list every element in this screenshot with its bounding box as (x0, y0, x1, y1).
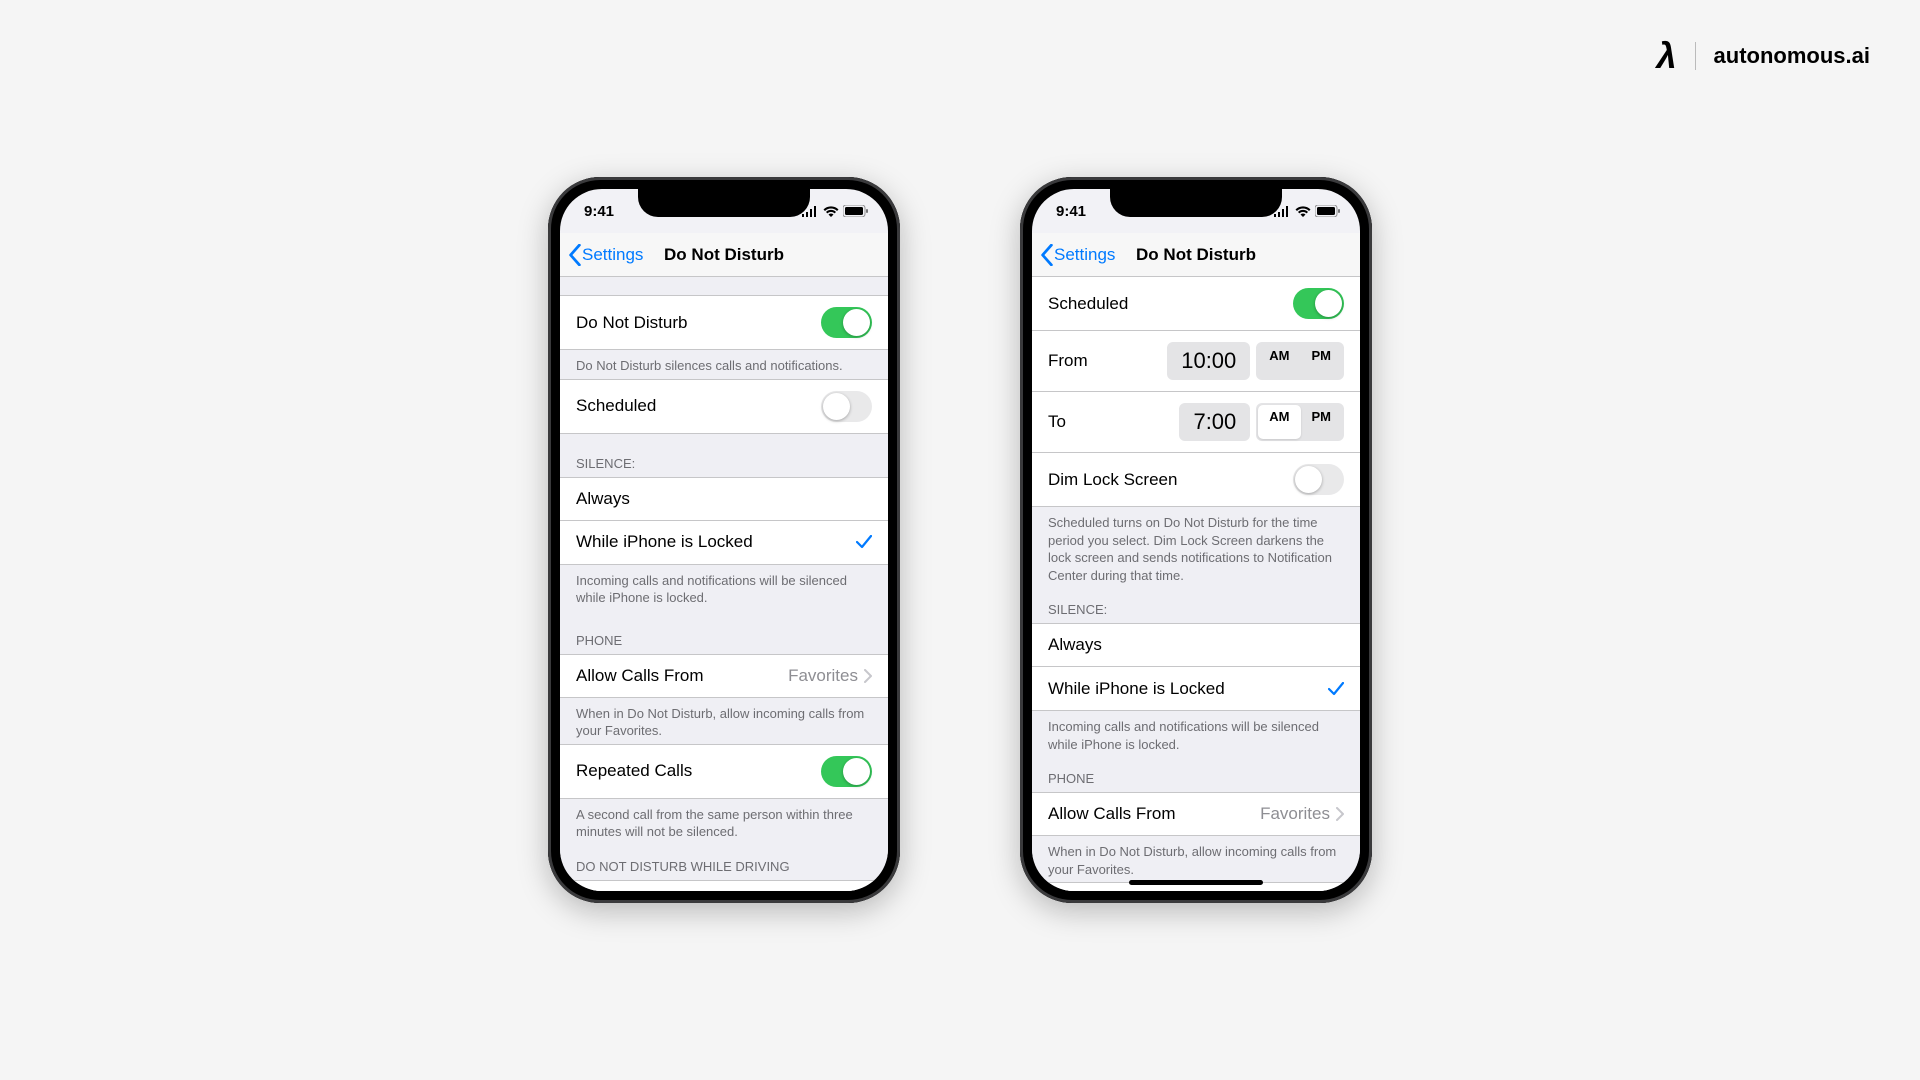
phone-header: Phone (1032, 757, 1360, 792)
status-time: 9:41 (584, 203, 614, 220)
silence-header: Silence: (1032, 588, 1360, 623)
battery-icon (1315, 205, 1340, 217)
status-indicators (802, 205, 868, 217)
silence-footer: Incoming calls and notifications will be… (1032, 711, 1360, 757)
allow-calls-row[interactable]: Allow Calls From Favorites (1032, 792, 1360, 836)
back-label: Settings (1054, 245, 1115, 265)
silence-locked-row[interactable]: While iPhone is Locked (1032, 667, 1360, 711)
from-label: From (1048, 351, 1167, 371)
wifi-icon (823, 206, 839, 217)
notch (1110, 189, 1282, 217)
dim-lock-row[interactable]: Dim Lock Screen (1032, 453, 1360, 507)
driving-header: Do Not Disturb While Driving (560, 845, 888, 880)
dnd-toggle-row[interactable]: Do Not Disturb (560, 295, 888, 350)
scheduled-label: Scheduled (576, 396, 821, 416)
brand-name: autonomous.ai (1714, 43, 1870, 69)
allow-calls-footer: When in Do Not Disturb, allow incoming c… (560, 698, 888, 744)
settings-content[interactable]: Do Not Disturb Do Not Disturb silences c… (560, 277, 888, 891)
to-ampm[interactable]: AM PM (1256, 403, 1344, 441)
dnd-label: Do Not Disturb (576, 313, 821, 333)
from-pm[interactable]: PM (1301, 344, 1343, 378)
repeated-label: Repeated Calls (576, 761, 821, 781)
back-label: Settings (582, 245, 643, 265)
to-am[interactable]: AM (1258, 405, 1300, 439)
silence-always-label: Always (576, 489, 872, 509)
repeated-toggle[interactable] (821, 756, 872, 787)
nav-bar: Settings Do Not Disturb (1032, 233, 1360, 277)
allow-calls-footer: When in Do Not Disturb, allow incoming c… (1032, 836, 1360, 882)
from-time[interactable]: 10:00 (1167, 342, 1250, 380)
chevron-right-icon (1336, 807, 1344, 821)
silence-locked-label: While iPhone is Locked (1048, 679, 1328, 699)
brand-logo: λ autonomous.ai (1657, 35, 1870, 77)
dim-label: Dim Lock Screen (1048, 470, 1293, 490)
dnd-footer: Do Not Disturb silences calls and notifi… (560, 350, 888, 379)
activate-row[interactable]: Activate Manually (560, 880, 888, 891)
chevron-left-icon (1040, 244, 1054, 266)
check-icon (856, 535, 872, 549)
silence-locked-row[interactable]: While iPhone is Locked (560, 521, 888, 565)
from-am[interactable]: AM (1258, 344, 1300, 378)
check-icon (1328, 682, 1344, 696)
allow-calls-value: Favorites (1260, 804, 1330, 824)
to-time[interactable]: 7:00 (1179, 403, 1250, 441)
to-label: To (1048, 412, 1179, 432)
phone-header: Phone (560, 611, 888, 654)
dnd-toggle[interactable] (821, 307, 872, 338)
settings-content[interactable]: Scheduled From 10:00 AM PM (1032, 277, 1360, 891)
wifi-icon (1295, 206, 1311, 217)
dim-toggle[interactable] (1293, 464, 1344, 495)
allow-calls-label: Allow Calls From (1048, 804, 1260, 824)
nav-bar: Settings Do Not Disturb (560, 233, 888, 277)
silence-footer: Incoming calls and notifications will be… (560, 565, 888, 611)
scheduled-label: Scheduled (1048, 294, 1293, 314)
scheduled-footer: Scheduled turns on Do Not Disturb for th… (1032, 507, 1360, 588)
logo-separator (1695, 42, 1696, 70)
repeated-calls-row[interactable]: Repeated Calls (560, 744, 888, 799)
scheduled-toggle[interactable] (821, 391, 872, 422)
scheduled-toggle[interactable] (1293, 288, 1344, 319)
status-indicators (1274, 205, 1340, 217)
phone-left: 9:41 Settings Do Not Disturb (548, 177, 900, 903)
silence-locked-label: While iPhone is Locked (576, 532, 856, 552)
home-indicator[interactable] (1129, 880, 1263, 885)
battery-icon (843, 205, 868, 217)
allow-calls-value: Favorites (788, 666, 858, 686)
notch (638, 189, 810, 217)
back-button[interactable]: Settings (560, 244, 643, 266)
silence-always-label: Always (1048, 635, 1344, 655)
silence-header: Silence: (560, 434, 888, 477)
back-button[interactable]: Settings (1032, 244, 1115, 266)
silence-always-row[interactable]: Always (1032, 623, 1360, 667)
chevron-left-icon (568, 244, 582, 266)
allow-calls-label: Allow Calls From (576, 666, 788, 686)
to-row[interactable]: To 7:00 AM PM (1032, 392, 1360, 453)
phone-right: 9:41 Settings Do Not Disturb (1020, 177, 1372, 903)
repeated-footer: A second call from the same person withi… (560, 799, 888, 845)
to-pm[interactable]: PM (1301, 405, 1343, 439)
scheduled-row[interactable]: Scheduled (560, 379, 888, 434)
lambda-icon: λ (1657, 35, 1677, 77)
scheduled-row[interactable]: Scheduled (1032, 277, 1360, 331)
chevron-right-icon (864, 669, 872, 683)
allow-calls-row[interactable]: Allow Calls From Favorites (560, 654, 888, 698)
from-row[interactable]: From 10:00 AM PM (1032, 331, 1360, 392)
status-time: 9:41 (1056, 203, 1086, 220)
from-ampm[interactable]: AM PM (1256, 342, 1344, 380)
silence-always-row[interactable]: Always (560, 477, 888, 521)
